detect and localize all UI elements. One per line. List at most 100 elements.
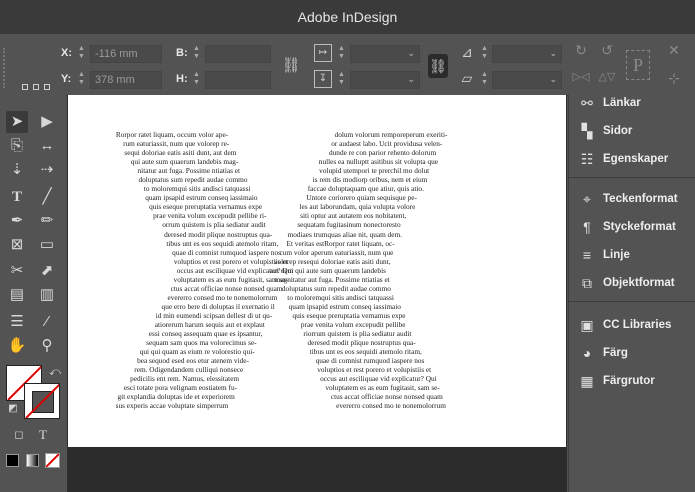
height-field[interactable] [205, 71, 271, 89]
y-label: Y: [61, 73, 72, 85]
gap-tool-icon[interactable]: ↔ [36, 135, 58, 157]
rectangle-tool-icon[interactable]: ▭ [36, 234, 58, 256]
rotation-dropdown[interactable]: ⌄ [492, 45, 562, 63]
flip-vertical-icon[interactable]: △▽ [598, 70, 616, 88]
free-transform-tool-icon[interactable]: ⬈ [36, 260, 58, 282]
swap-fill-stroke-icon[interactable]: ⤺ [44, 361, 66, 383]
width-label: B: [176, 47, 188, 59]
x-stepper[interactable]: ▲ ▼ [76, 45, 87, 63]
flip-horizontal-icon[interactable]: ▷◁ [572, 70, 590, 88]
panel-paragraph-styles[interactable]: ¶ Styckeformat [569, 213, 695, 241]
scale-x-dropdown[interactable]: ⌄ [350, 45, 420, 63]
eyedropper-tool-icon[interactable]: ⁄ [36, 311, 58, 333]
text-line: volorep resequi doloriae eatis asiti dun… [273, 256, 391, 266]
zoom-tool-icon[interactable]: ⚲ [36, 335, 58, 357]
properties-icon: ☷ [580, 150, 594, 167]
panel-pages[interactable]: ▚ Sidor [569, 117, 695, 145]
text-line: git explandia doluptas ide et experiorem [117, 392, 235, 402]
y-field[interactable]: 378 mm [90, 71, 162, 89]
constrain-proportions-icon[interactable]: ⛓ [281, 56, 301, 76]
panel-links[interactable]: ⚯ Länkar [569, 89, 695, 117]
rotate-clockwise-icon[interactable]: ↻ [572, 42, 590, 60]
gradient-swatch-tool-icon[interactable]: ▤ [6, 284, 28, 306]
tools-panel: ➤ ▶ ⎘ ↔ ⇣ ⇢ T ╱ ✒ ✏ ⊠ ▭ ✂ ⬈ ▤ ▥ ☰ ⁄ ✋ ⚲ … [0, 95, 66, 492]
select-container-icon[interactable]: ✕ [664, 42, 684, 62]
panel-cc-libraries[interactable]: ▣ CC Libraries [569, 311, 695, 339]
apply-gradient-icon[interactable] [26, 454, 39, 467]
page-tool-icon[interactable]: ⎘ [6, 135, 28, 157]
object-styles-icon: ⧉ [582, 274, 592, 291]
text-line: sequatam fugitasinum nonectoresto [297, 220, 401, 230]
formatting-affects-text-icon[interactable]: T [32, 424, 54, 446]
text-line: sus experis accae voluptate simperrum [115, 401, 229, 411]
document-page[interactable]: Rorpor ratet liquam, occum volor ape-rum… [68, 95, 566, 447]
text-line: faccae doluptaquam que atiur, quis atio. [307, 184, 424, 194]
text-line: voluptatem es as eum fugitasit, sam se- [325, 383, 440, 393]
line-tool-icon[interactable]: ╱ [36, 186, 58, 208]
text-line: siti optur aut autatem eos nobitatent, [300, 211, 407, 221]
cc-libraries-icon: ▣ [580, 316, 594, 333]
content-collector-icon[interactable]: ⇣ [6, 159, 28, 181]
width-stepper[interactable]: ▲ ▼ [191, 45, 202, 63]
default-fill-stroke-icon[interactable]: ◩ [2, 398, 24, 420]
content-placer-icon[interactable]: ⇢ [36, 159, 58, 181]
text-line: dunde re con parior rehento dolorum [329, 148, 437, 158]
app-title: Adobe InDesign [297, 9, 398, 25]
paragraph-styles-icon: ¶ [583, 219, 591, 235]
panel-character-styles[interactable]: ⌖ Teckenformat [569, 185, 695, 213]
panel-color[interactable]: ◕ Färg [569, 339, 695, 367]
y-stepper[interactable]: ▲ ▼ [76, 71, 87, 89]
direct-selection-tool-icon[interactable]: ▶ [36, 111, 58, 133]
height-stepper[interactable]: ▲ ▼ [191, 71, 202, 89]
constrain-scale-icon[interactable]: ⛓ [428, 54, 448, 78]
shear-dropdown[interactable]: ⌄ [492, 71, 562, 89]
color-icon: ◕ [582, 345, 592, 361]
scissors-tool-icon[interactable]: ✂ [6, 260, 28, 282]
apply-none-icon[interactable] [45, 453, 60, 468]
panel-swatches[interactable]: ▦ Färgrutor [569, 367, 695, 395]
type-tool-icon[interactable]: T [6, 186, 28, 208]
text-line: aut dem qui aute sum quaerum landebis [270, 265, 386, 275]
width-field[interactable] [205, 45, 271, 63]
panel-properties[interactable]: ☷ Egenskaper [569, 145, 695, 173]
panel-divider [569, 177, 695, 178]
formatting-affects-container-icon[interactable]: ◻ [8, 424, 30, 446]
rotation-stepper[interactable]: ▲ ▼ [479, 45, 490, 63]
note-tool-icon[interactable]: ☰ [6, 311, 28, 333]
text-line: or audaest labo. Ucit providusa velen- [331, 139, 443, 149]
character-styles-icon: ⌖ [583, 190, 591, 207]
rectangle-frame-tool-icon[interactable]: ⊠ [6, 234, 28, 256]
panel-stroke[interactable]: ≡ Linje [569, 241, 695, 269]
text-line: deresed modit plique nostruptus qua- [307, 338, 416, 348]
panel-divider [569, 301, 695, 302]
x-field[interactable]: -116 mm [90, 45, 162, 63]
text-line: rum eaturiassit, num que volorep re- [123, 139, 230, 149]
hand-tool-icon[interactable]: ✋ [6, 335, 28, 357]
selection-tool-icon[interactable]: ➤ [6, 111, 28, 133]
stroke-swatch[interactable] [24, 383, 60, 419]
scale-y-dropdown[interactable]: ⌄ [350, 71, 420, 89]
control-bar-grip[interactable] [3, 48, 11, 88]
control-bar: X: ▲ ▼ -116 mm Y: ▲ ▼ 378 mm B: ▲ ▼ H: ▲ ▼ ⛓… [0, 34, 695, 112]
shear-stepper[interactable]: ▲ ▼ [479, 71, 490, 89]
select-content-icon[interactable]: ⊹ [664, 70, 684, 90]
text-frame-right[interactable]: dolum volorum remporeperum exeriti-or au… [251, 130, 451, 410]
scale-x-stepper[interactable]: ▲ ▼ [336, 45, 347, 63]
panel-object-styles[interactable]: ⧉ Objektformat [569, 269, 695, 297]
scale-y-stepper[interactable]: ▲ ▼ [336, 71, 347, 89]
pencil-tool-icon[interactable]: ✏ [36, 210, 58, 232]
rotation-angle-icon: ⊿ [461, 44, 473, 60]
document-canvas: Rorpor ratet liquam, occum volor ape-rum… [67, 95, 567, 492]
panels-dock: ⚯ Länkar ▚ Sidor ☷ Egenskaper ⌖ Teckenfo… [568, 95, 695, 492]
text-line: cum volor aperum eaturiassit, num que [279, 247, 394, 257]
text-line: riorrum quistem is plia sediatur audit [303, 329, 412, 339]
text-line: voluptios et rest porero et volupistiis … [317, 365, 432, 375]
pen-tool-icon[interactable]: ✒ [6, 210, 28, 232]
gradient-feather-tool-icon[interactable]: ▥ [36, 284, 58, 306]
text-line: quae di comnist rumquod iaspere nos [315, 356, 425, 366]
text-line: ctus accat officiae nonse nonsed quam [330, 392, 443, 402]
rotate-counterclockwise-icon[interactable]: ↺ [598, 42, 616, 60]
text-line: tibus unt es eos sequidi atemolo ritam, [309, 347, 422, 357]
text-line: les aut laborundam, quia volupta volore [299, 202, 416, 212]
apply-color-icon[interactable] [6, 454, 19, 467]
